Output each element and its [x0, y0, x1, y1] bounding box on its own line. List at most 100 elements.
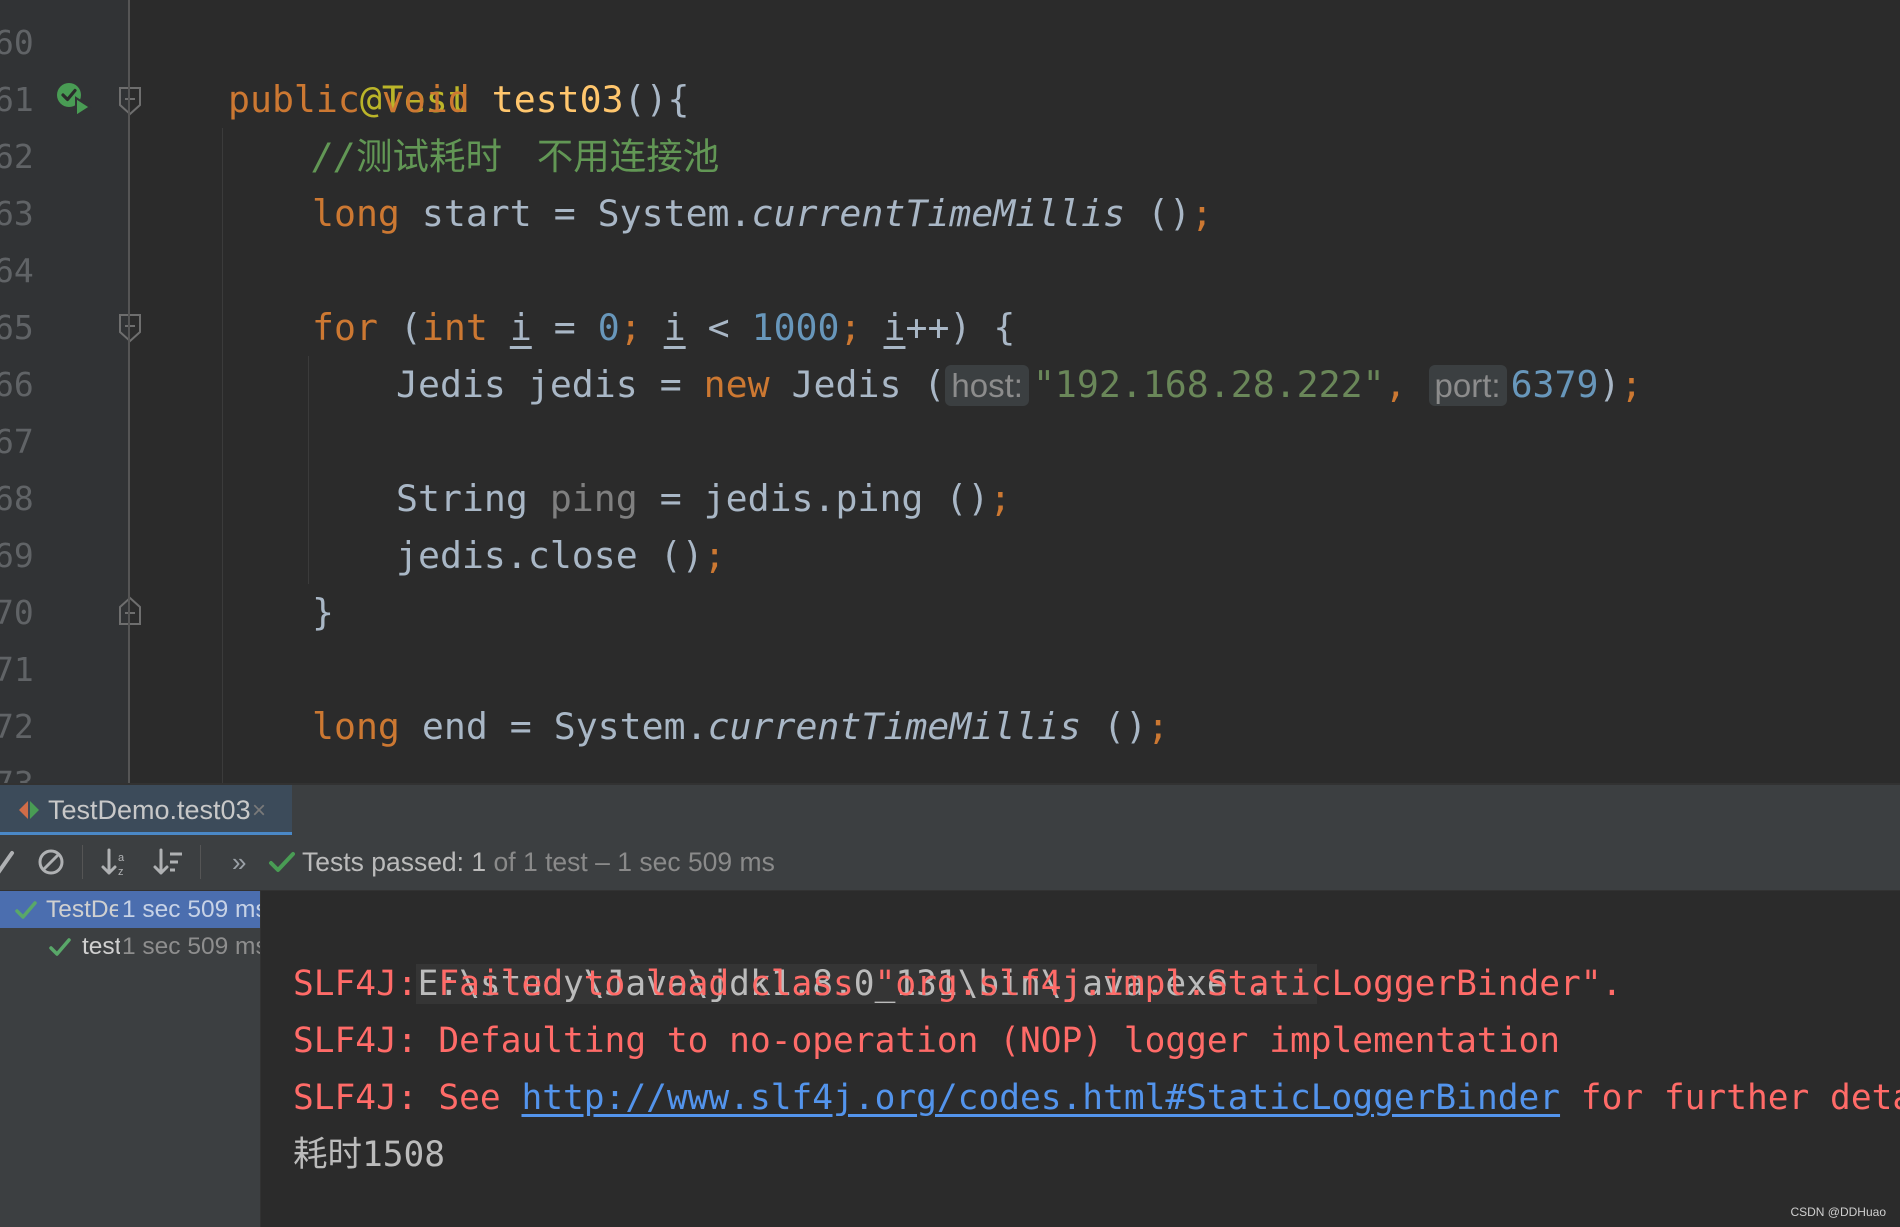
code-line-63: long start = System.currentTimeMillis ()… — [312, 185, 1213, 242]
comment-slashes: // — [312, 135, 356, 178]
check-icon — [49, 938, 71, 956]
code-line-60: @Test — [228, 14, 470, 121]
run-tab[interactable]: TestDemo.test03 × — [0, 785, 292, 837]
run-tab-bar: TestDemo.test03 × — [0, 783, 1900, 837]
code-text: < — [685, 306, 752, 349]
close-icon[interactable]: × — [252, 785, 266, 837]
code-text: ) — [1598, 363, 1621, 406]
console-output[interactable]: E:\study\Java\jdk1.8.0_131\bin\java.exe … — [261, 891, 1900, 1227]
variable: i — [509, 306, 532, 349]
code-text: start = System. — [399, 192, 752, 235]
tree-item-test03[interactable]: test03 1 sec 509 ms — [0, 928, 260, 965]
code-line-62: //测试耗时 不用连接池 — [312, 128, 719, 185]
code-text: () — [1081, 705, 1148, 748]
fold-end-icon[interactable] — [117, 595, 143, 627]
line-number: 60 — [0, 23, 34, 62]
code-text: Jedis jedis = — [396, 363, 704, 406]
toolbar-separator — [82, 845, 83, 879]
code-text: () — [1125, 192, 1192, 235]
fold-icon[interactable] — [117, 85, 143, 117]
code-line-70: } — [312, 584, 334, 641]
semicolon: ; — [619, 306, 642, 349]
code-text: jedis.close () — [396, 534, 704, 577]
status-passed-count: 1 — [471, 847, 487, 877]
indent-guide — [222, 128, 223, 783]
run-config-icon — [19, 801, 39, 819]
variable: i — [883, 306, 906, 349]
line-number: 68 — [0, 479, 34, 518]
line-number: 72 — [0, 707, 34, 746]
line-number: 64 — [0, 251, 34, 290]
semicolon: ; — [989, 477, 1012, 520]
stop-icon[interactable] — [32, 843, 70, 881]
status-passed-label: Tests passed: — [302, 847, 472, 877]
indent-guide — [308, 356, 309, 584]
code-text: end = System. — [399, 705, 708, 748]
line-number: 62 — [0, 137, 34, 176]
parameter-hint: host: — [945, 365, 1029, 406]
tree-item-testdemo[interactable]: TestDemo 1 sec 509 ms — [0, 891, 260, 928]
tree-item-time: 1 sec 509 ms — [122, 896, 260, 923]
sort-duration-icon[interactable] — [150, 843, 188, 881]
editor-gutter: 60 61 62 63 64 65 66 67 68 69 70 71 72 7… — [0, 0, 141, 783]
keyword: int — [421, 306, 488, 349]
code-text: (){ — [623, 78, 690, 121]
semicolon: ; — [1620, 363, 1643, 406]
test-results-tree[interactable]: TestDemo 1 sec 509 ms test03 1 sec 509 m… — [0, 891, 261, 1227]
number-literal: 6379 — [1510, 363, 1599, 406]
tree-item-name: test03 — [82, 933, 120, 960]
svg-text:z: z — [118, 866, 124, 878]
line-number: 65 — [0, 308, 34, 347]
console-text: SLF4J: See — [293, 1078, 522, 1118]
code-line-68: String ping = jedis.ping (); — [396, 470, 1011, 527]
keyword: long — [312, 705, 400, 748]
console-link[interactable]: http://www.slf4j.org/codes.html#StaticLo… — [521, 1078, 1560, 1118]
keyword: long — [312, 192, 400, 235]
variable: i — [663, 306, 686, 349]
keyword: void — [381, 78, 470, 121]
semicolon: ; — [703, 534, 726, 577]
line-number: 66 — [0, 365, 34, 404]
static-method: currentTimeMillis — [751, 192, 1126, 235]
line-number: 71 — [0, 650, 34, 689]
static-method: currentTimeMillis — [707, 705, 1082, 748]
sort-alpha-icon[interactable]: a z — [98, 843, 136, 881]
more-actions-icon[interactable]: » — [232, 835, 246, 890]
semicolon: ; — [1191, 192, 1214, 235]
run-test-icon[interactable] — [54, 80, 94, 118]
console-line: E:\study\Java\jdk1.8.0_131\bin\java.exe … — [291, 899, 1317, 1004]
check-icon — [269, 852, 295, 872]
code-text: = — [531, 306, 598, 349]
console-text: for further details. — [1580, 1078, 1900, 1118]
string-literal: "192.168.28.222" — [1032, 363, 1385, 406]
line-number: 61 — [0, 80, 34, 119]
semicolon: ; — [1147, 705, 1170, 748]
watermark: CSDN @DDHuao — [1790, 1205, 1886, 1219]
svg-text:a: a — [118, 852, 125, 864]
line-number: 67 — [0, 422, 34, 461]
console-output-line: 耗时1508 — [293, 1135, 446, 1175]
comma: , — [1384, 363, 1407, 406]
run-tab-label: TestDemo.test03 — [48, 795, 251, 825]
method-name: test03 — [491, 78, 624, 121]
rerun-icon[interactable] — [0, 843, 28, 881]
keyword: new — [703, 363, 770, 406]
test-status-text: Tests passed: 1 of 1 test – 1 sec 509 ms — [302, 835, 775, 890]
parameter-hint: port: — [1428, 365, 1507, 406]
code-line-72: long end = System.currentTimeMillis (); — [312, 698, 1169, 755]
code-editor[interactable]: 60 61 62 63 64 65 66 67 68 69 70 71 72 7… — [0, 0, 1900, 783]
tree-item-time: 1 sec 509 ms — [122, 933, 260, 960]
status-summary: of 1 test – 1 sec 509 ms — [486, 847, 775, 877]
run-toolbar: a z » Tests passed: 1 of 1 test – 1 sec … — [0, 835, 1900, 891]
code-text: Jedis ( — [769, 363, 946, 406]
keyword: for — [312, 306, 378, 349]
code-line-61: public void test03(){ — [228, 71, 690, 128]
fold-icon[interactable] — [117, 312, 143, 344]
code-line-69: jedis.close (); — [396, 527, 726, 584]
toolbar-separator — [200, 845, 201, 879]
console-error-line: SLF4J: See http://www.slf4j.org/codes.ht… — [293, 1070, 1900, 1127]
unused-variable: ping — [549, 477, 638, 520]
keyword: public — [228, 78, 360, 121]
